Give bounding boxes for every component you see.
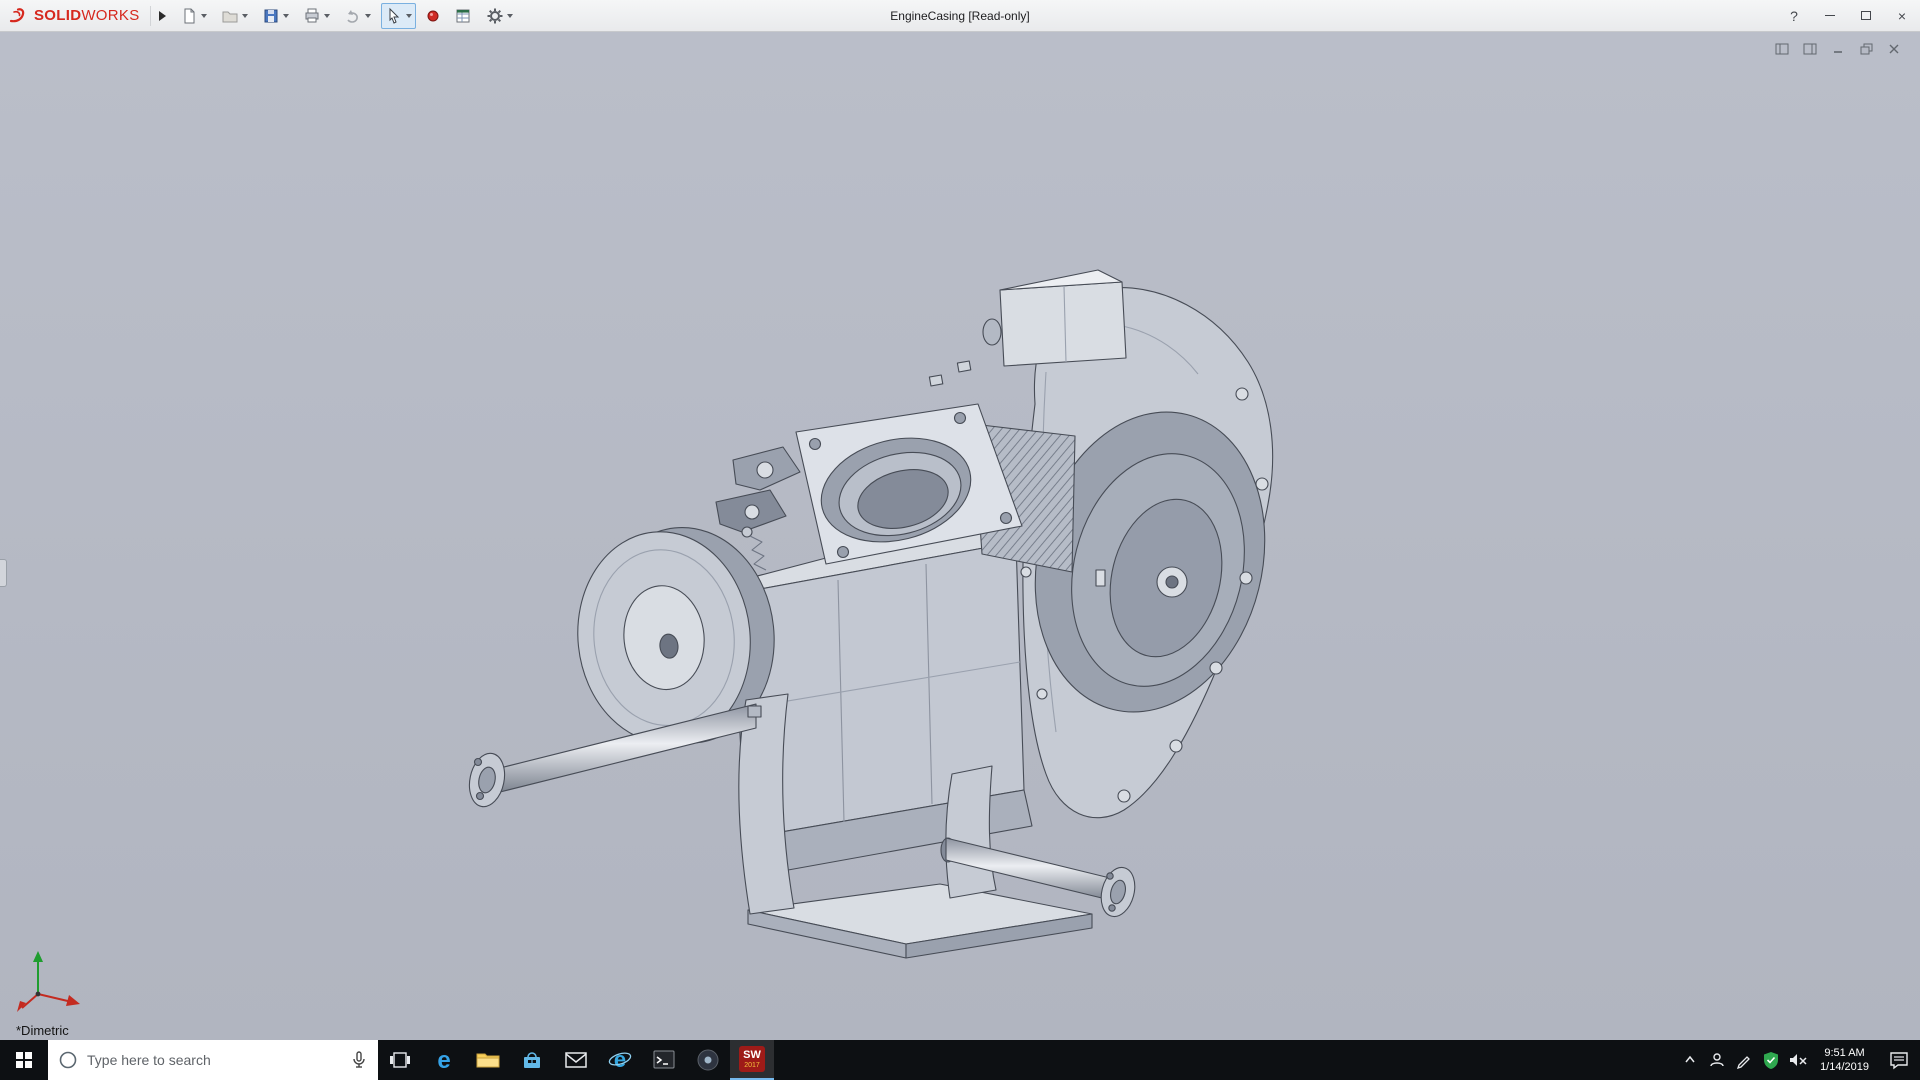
- select-tool-button[interactable]: [381, 3, 416, 29]
- window-controls: ? ×: [1776, 0, 1920, 31]
- system-tray: 9:51 AM 1/14/2019: [1676, 1040, 1920, 1080]
- volume-muted-icon[interactable]: [1784, 1040, 1811, 1080]
- svg-text:e: e: [437, 1047, 450, 1073]
- toolbar-flyout-arrow[interactable]: [159, 11, 166, 21]
- edge-browser-button[interactable]: e: [422, 1040, 466, 1080]
- save-button[interactable]: [258, 3, 293, 29]
- save-floppy-icon: [262, 7, 280, 25]
- windows-logo-icon: [16, 1052, 32, 1068]
- task-view-icon: [389, 1049, 411, 1071]
- folder-icon: [475, 1047, 501, 1073]
- select-cursor-icon: [385, 7, 403, 25]
- command-prompt-button[interactable]: [642, 1040, 686, 1080]
- search-input[interactable]: [87, 1052, 341, 1068]
- gear-icon: [486, 7, 504, 25]
- new-document-icon: [180, 7, 198, 25]
- app-circle-icon: [695, 1047, 721, 1073]
- window-title: EngineCasing [Read-only]: [890, 9, 1029, 23]
- chevron-down-icon[interactable]: [406, 14, 412, 18]
- clock-time: 9:51 AM: [1824, 1046, 1864, 1060]
- help-button[interactable]: ?: [1776, 0, 1812, 31]
- doc-minimize-button[interactable]: [1828, 40, 1848, 58]
- chevron-down-icon[interactable]: [365, 14, 371, 18]
- chevron-down-icon[interactable]: [201, 14, 207, 18]
- maximize-icon: [1861, 11, 1871, 20]
- mail-envelope-icon: [563, 1047, 589, 1073]
- security-shield-icon[interactable]: [1757, 1040, 1784, 1080]
- taskbar: e e: [0, 1040, 1920, 1080]
- doc-close-button[interactable]: [1884, 40, 1904, 58]
- internet-explorer-button[interactable]: e: [598, 1040, 642, 1080]
- split-pane-left-button[interactable]: [1772, 40, 1792, 58]
- store-button[interactable]: [510, 1040, 554, 1080]
- taskbar-clock[interactable]: 9:51 AM 1/14/2019: [1811, 1046, 1878, 1074]
- minimize-button[interactable]: [1812, 0, 1848, 31]
- toolbar-separator: [150, 6, 151, 26]
- solidworks-app-button[interactable]: SW 2017: [730, 1040, 774, 1080]
- new-document-button[interactable]: [176, 3, 211, 29]
- open-folder-icon: [221, 7, 239, 25]
- solidworks-brand: SOLIDWORKS: [0, 7, 146, 25]
- hidden-icons-chevron[interactable]: [1676, 1040, 1703, 1080]
- edge-icon: e: [431, 1047, 457, 1073]
- printer-icon: [303, 7, 321, 25]
- red-sphere-icon: [426, 7, 440, 25]
- clock-date: 1/14/2019: [1820, 1060, 1869, 1074]
- people-icon[interactable]: [1703, 1040, 1730, 1080]
- command-prompt-icon: [651, 1047, 677, 1073]
- action-center-icon: [1888, 1049, 1910, 1071]
- doc-restore-button[interactable]: [1856, 40, 1876, 58]
- app-button[interactable]: [686, 1040, 730, 1080]
- undo-arrow-icon: [344, 7, 362, 25]
- pen-icon[interactable]: [1730, 1040, 1757, 1080]
- orientation-label: *Dimetric: [16, 1023, 69, 1038]
- graphics-viewport[interactable]: *Dimetric: [0, 32, 1920, 1040]
- solidworks-logo-icon: [8, 7, 30, 25]
- solidworks-app-icon: SW 2017: [739, 1046, 765, 1072]
- chevron-down-icon[interactable]: [324, 14, 330, 18]
- close-button[interactable]: ×: [1884, 0, 1920, 31]
- print-button[interactable]: [299, 3, 334, 29]
- options-button[interactable]: [482, 3, 517, 29]
- store-bag-icon: [520, 1048, 544, 1072]
- titlebar: SOLIDWORKS: [0, 0, 1920, 32]
- table-grid-icon: [454, 7, 472, 25]
- quick-access-toolbar: [176, 3, 517, 29]
- split-pane-right-button[interactable]: [1800, 40, 1820, 58]
- chevron-down-icon[interactable]: [242, 14, 248, 18]
- spreadsheet-button[interactable]: [450, 3, 476, 29]
- microphone-icon[interactable]: [350, 1050, 368, 1070]
- maximize-button[interactable]: [1848, 0, 1884, 31]
- brand-text: SOLIDWORKS: [34, 7, 140, 24]
- action-center-button[interactable]: [1878, 1049, 1920, 1071]
- engine-casing-model[interactable]: [0, 32, 1920, 1040]
- internet-explorer-icon: e: [607, 1047, 633, 1073]
- left-flyout-handle[interactable]: [0, 559, 7, 587]
- minimize-icon: [1825, 15, 1835, 17]
- taskbar-search[interactable]: [48, 1040, 378, 1080]
- document-window-controls: [1772, 40, 1904, 58]
- file-explorer-button[interactable]: [466, 1040, 510, 1080]
- undo-button[interactable]: [340, 3, 375, 29]
- chevron-down-icon[interactable]: [283, 14, 289, 18]
- cortana-circle-icon: [58, 1050, 78, 1070]
- red-tool-button[interactable]: [422, 3, 444, 29]
- open-document-button[interactable]: [217, 3, 252, 29]
- orientation-triad-icon: [16, 948, 88, 1016]
- svg-text:e: e: [614, 1047, 626, 1072]
- mail-button[interactable]: [554, 1040, 598, 1080]
- task-view-button[interactable]: [378, 1040, 422, 1080]
- chevron-down-icon[interactable]: [507, 14, 513, 18]
- start-button[interactable]: [0, 1040, 48, 1080]
